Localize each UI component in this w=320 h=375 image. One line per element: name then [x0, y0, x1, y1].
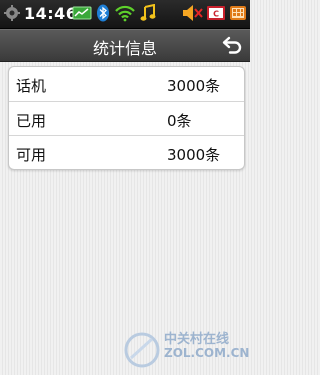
battery-icon [230, 6, 246, 20]
bluetooth-icon [97, 4, 109, 22]
watermark-line2: ZOL.COM.CN [164, 346, 250, 360]
page-title: 统计信息 [92, 39, 157, 58]
stats-card: 话机 3000条 已用 0条 可用 3000条 [8, 66, 245, 170]
stats-label: 可用 [16, 146, 47, 164]
status-bar: 14:46 C [0, 0, 250, 29]
stats-value: 3000条 [167, 77, 221, 95]
stats-row-phone: 话机 3000条 [9, 67, 244, 100]
message-icon [72, 6, 92, 20]
zol-logo-icon [124, 332, 160, 368]
settings-icon[interactable] [3, 4, 21, 22]
stats-row-available: 可用 3000条 [9, 135, 244, 169]
back-arrow-icon[interactable] [220, 34, 244, 56]
stats-value: 0条 [167, 112, 192, 130]
stats-label: 话机 [16, 77, 47, 95]
music-icon [140, 4, 156, 21]
wifi-icon [115, 5, 135, 22]
svg-text:C: C [213, 10, 219, 19]
stats-label: 已用 [16, 112, 47, 130]
title-bar: 统计信息 [0, 29, 250, 62]
volume-muted-icon [183, 5, 203, 21]
sim-icon: C [207, 6, 225, 20]
zol-watermark: 中关村在线 ZOL.COM.CN [118, 326, 250, 374]
status-time: 14:46 [24, 4, 78, 23]
stats-value: 3000条 [167, 146, 221, 164]
stats-row-used: 已用 0条 [9, 101, 244, 135]
watermark-line1: 中关村在线 [164, 332, 230, 347]
